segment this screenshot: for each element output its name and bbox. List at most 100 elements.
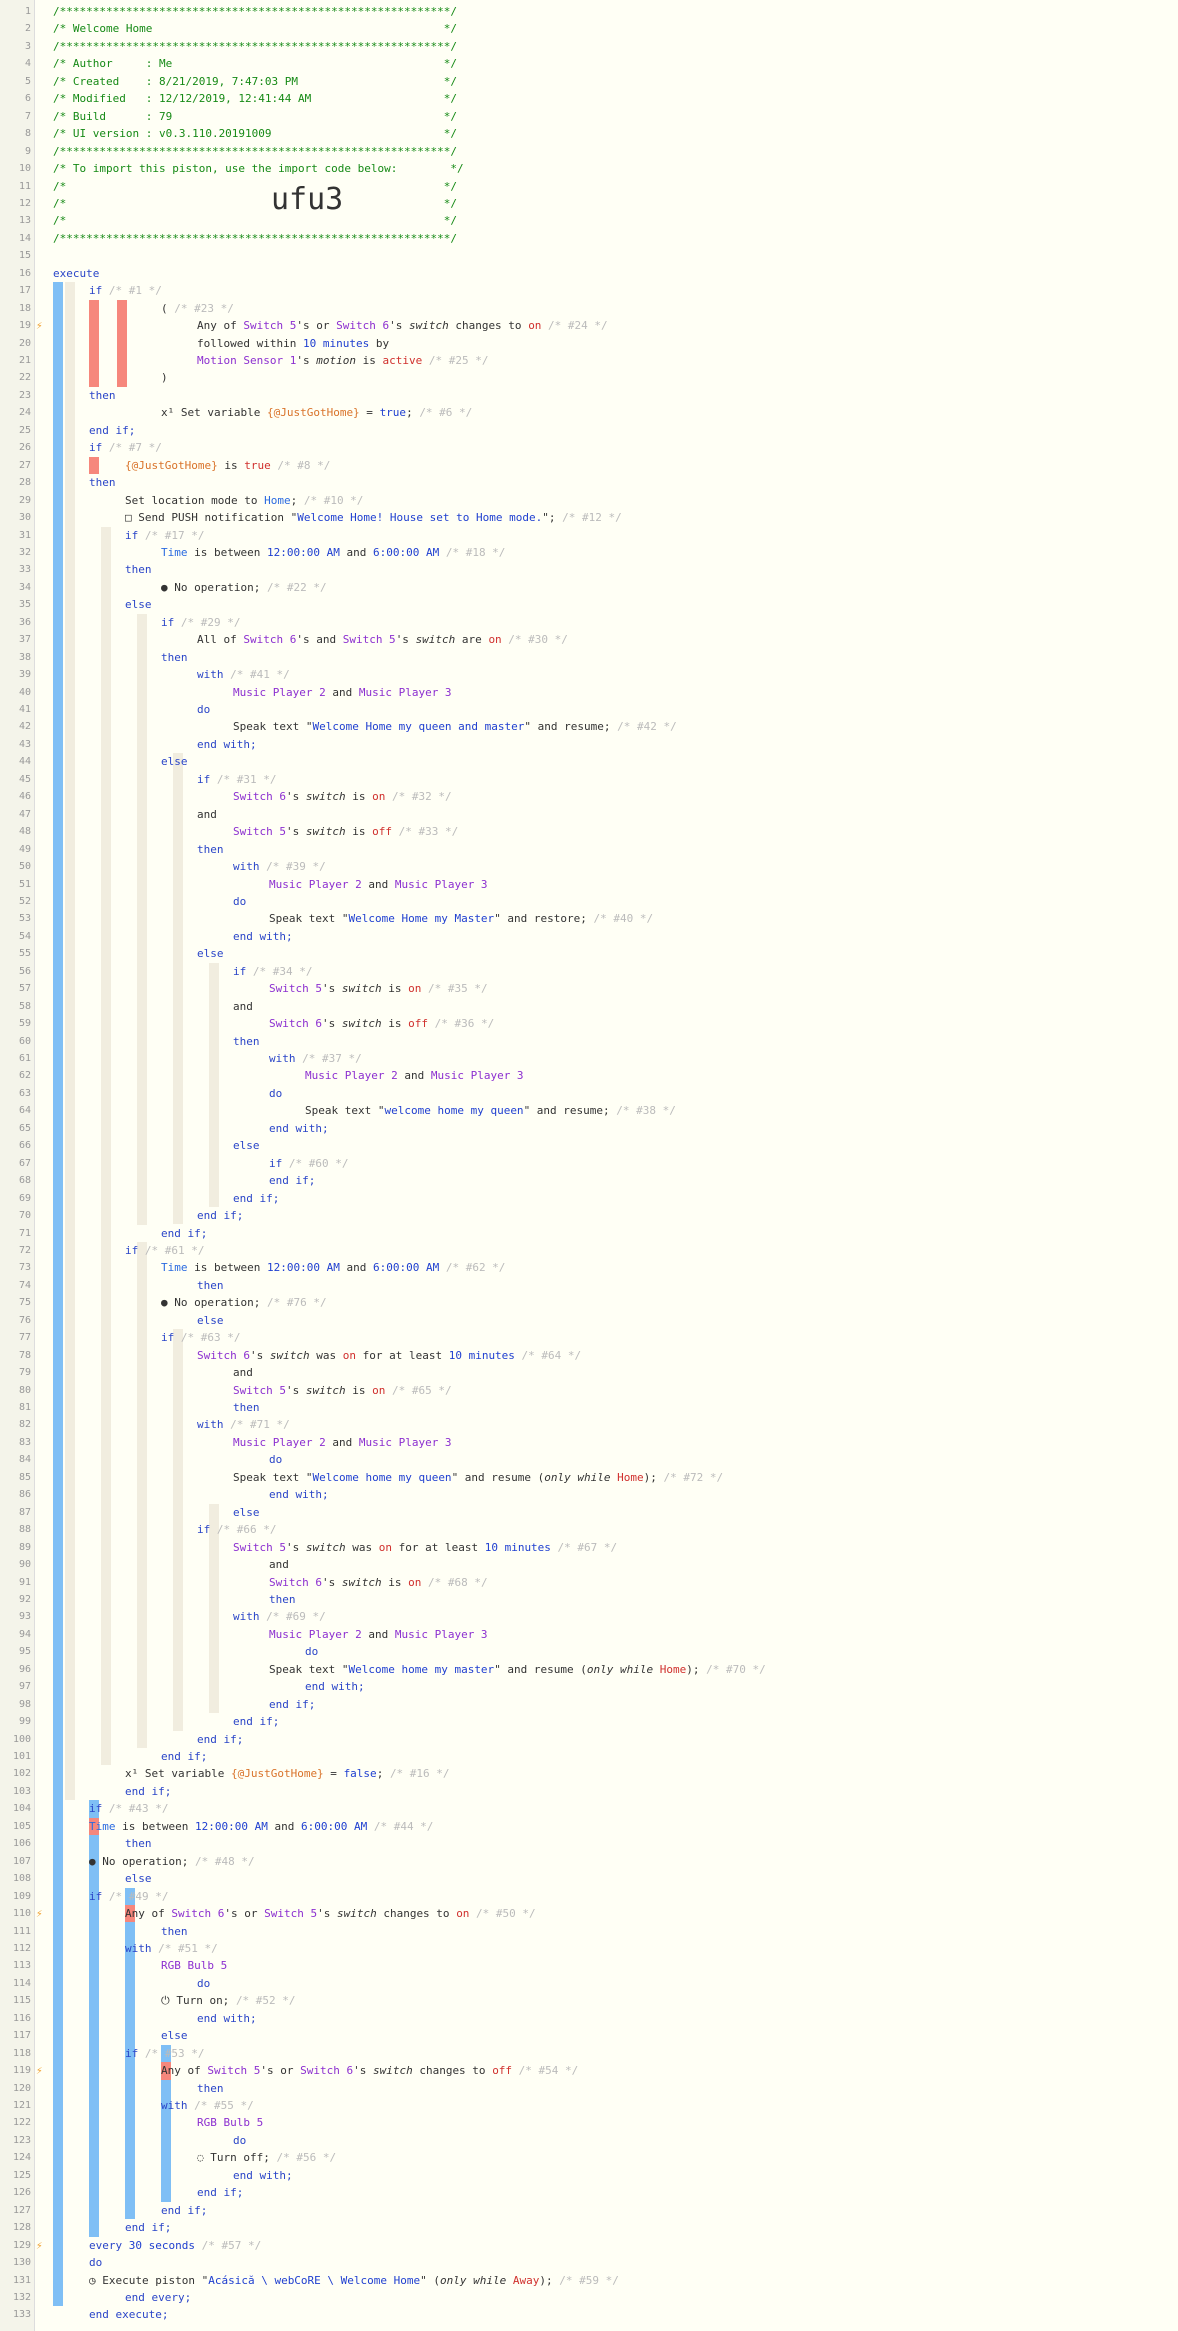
code-token: Music Player 2 bbox=[233, 685, 326, 699]
line-text: end if; bbox=[269, 1696, 315, 1713]
line-number: 72 bbox=[18, 1244, 31, 1256]
code-token: /* #54 */ bbox=[512, 2064, 579, 2078]
code-token: and bbox=[361, 1627, 395, 1641]
code-line: 68 end if; bbox=[0, 1172, 1178, 1189]
code-token: 's bbox=[285, 1540, 306, 1554]
piston-code-view: 1 /**************************************… bbox=[0, 0, 1178, 2331]
line-number: 117 bbox=[12, 2030, 31, 2042]
code-token: then bbox=[269, 1592, 296, 1606]
code-token: switch bbox=[415, 633, 456, 647]
line-number: 33 bbox=[18, 564, 31, 576]
line-text: with /* #51 */ bbox=[125, 1940, 218, 1957]
code-token: switch bbox=[341, 1017, 382, 1031]
code-token: /* #38 */ bbox=[616, 1104, 676, 1118]
line-text: end every; bbox=[125, 2289, 191, 2306]
line-number: 5 bbox=[24, 75, 31, 87]
line-text: then bbox=[269, 1591, 296, 1608]
code-token: Music Player 2 bbox=[269, 877, 362, 891]
code-token: ● bbox=[161, 580, 175, 594]
line-text: Set location mode to Home; /* #10 */ bbox=[125, 492, 363, 509]
line-number: 27 bbox=[18, 459, 31, 471]
code-token: /* #8 */ bbox=[270, 458, 331, 472]
line-number: 58 bbox=[18, 1000, 31, 1012]
code-token: end with; bbox=[269, 1488, 329, 1502]
line-text: Switch 5's switch is on /* #35 */ bbox=[269, 980, 488, 997]
line-text: Switch 5's switch is on /* #65 */ bbox=[233, 1382, 452, 1399]
line-number: 99 bbox=[18, 1716, 31, 1728]
code-token: changes to bbox=[376, 1907, 457, 1921]
code-token: /* #6 */ bbox=[419, 406, 473, 420]
line-text: end with; bbox=[233, 2167, 293, 2184]
line-text: then bbox=[197, 841, 224, 858]
code-token: /* #29 */ bbox=[180, 615, 241, 629]
line-text: /* UI version : v0.3.110.20191009 */ bbox=[53, 125, 457, 142]
code-token: Home bbox=[264, 493, 291, 507]
line-number: 108 bbox=[12, 1873, 31, 1885]
line-number: 12 bbox=[18, 197, 31, 209]
code-token: /* #66 */ bbox=[216, 1523, 277, 1537]
code-line: 89 Switch 5's switch was on for at least … bbox=[0, 1539, 1178, 1556]
code-token: 's bbox=[395, 633, 416, 647]
code-token: Music Player 3 bbox=[358, 685, 452, 699]
line-text: then bbox=[89, 387, 116, 404]
code-token: welcome home my queen bbox=[384, 1104, 524, 1118]
code-line: 56 if /* #34 */ bbox=[0, 963, 1178, 980]
code-token: 's bbox=[317, 1907, 337, 1921]
code-token: Music Player 3 bbox=[358, 1435, 452, 1449]
code-line: 24 x¹ Set variable {@JustGotHome} = true;… bbox=[0, 404, 1178, 421]
code-line: 57 Switch 5's switch is on /* #35 */ bbox=[0, 980, 1178, 997]
code-token: " and resume; bbox=[523, 1104, 617, 1118]
code-token: is bbox=[381, 1017, 409, 1031]
line-text: /***************************************… bbox=[53, 230, 457, 247]
line-text: ● No operation; /* #22 */ bbox=[161, 579, 327, 596]
line-text: Speak text "Welcome home my master" and … bbox=[269, 1661, 766, 1678]
line-number: 47 bbox=[18, 808, 31, 820]
line-text: /***************************************… bbox=[53, 143, 457, 160]
code-token: off bbox=[408, 1017, 428, 1031]
code-token: ); bbox=[643, 1470, 664, 1484]
code-line: 27 {@JustGotHome} is true /* #8 */ bbox=[0, 457, 1178, 474]
code-line: 100 end if; bbox=[0, 1731, 1178, 1748]
header-comment: /* Author : Me */ bbox=[53, 57, 457, 71]
code-line: 105 Time is between 12:00:00 AM and 6:00:… bbox=[0, 1818, 1178, 1835]
line-text: end if; bbox=[197, 1207, 243, 1224]
code-line: 77 if /* #63 */ bbox=[0, 1329, 1178, 1346]
code-token: on bbox=[342, 1348, 356, 1362]
code-token: 6:00:00 AM bbox=[372, 1261, 440, 1275]
line-number: 118 bbox=[12, 2047, 31, 2059]
code-token: /* #39 */ bbox=[266, 860, 326, 874]
code-token: /* #40 */ bbox=[593, 912, 654, 926]
header-comment: /* */ bbox=[53, 196, 457, 210]
code-token: for at least bbox=[391, 1540, 485, 1554]
line-text: Switch 6's switch is on /* #68 */ bbox=[269, 1574, 488, 1591]
line-number: 89 bbox=[18, 1541, 31, 1553]
line-number: 94 bbox=[18, 1628, 31, 1640]
line-text: end if; bbox=[233, 1190, 279, 1207]
code-token: 12:00:00 AM bbox=[194, 1819, 268, 1833]
line-text: end if; bbox=[125, 1783, 171, 1800]
line-number: 123 bbox=[12, 2134, 31, 2146]
code-line: 118 if /* #53 */ bbox=[0, 2045, 1178, 2062]
code-token: end with; bbox=[197, 737, 257, 751]
line-text: with /* #69 */ bbox=[233, 1608, 326, 1625]
line-text: Any of Switch 5's or Switch 6's switch c… bbox=[161, 2062, 578, 2079]
code-token: end with; bbox=[233, 929, 293, 943]
code-token: /* #61 */ bbox=[144, 1243, 205, 1257]
code-token: /* #60 */ bbox=[288, 1156, 349, 1170]
code-token: do bbox=[233, 2133, 247, 2147]
code-token: ; bbox=[290, 493, 304, 507]
line-number: 105 bbox=[12, 1820, 31, 1832]
code-line: 73 Time is between 12:00:00 AM and 6:00:0… bbox=[0, 1259, 1178, 1276]
code-line: 90 and bbox=[0, 1556, 1178, 1573]
code-token: 10 minutes bbox=[302, 336, 370, 350]
line-number: 63 bbox=[18, 1087, 31, 1099]
line-text: Switch 6's switch is on /* #32 */ bbox=[233, 788, 452, 805]
code-token: /* #67 */ bbox=[550, 1540, 618, 1554]
code-line: 131 ◷ Execute piston "Acásică \ webCoRE \… bbox=[0, 2272, 1178, 2289]
code-token: Music Player 3 bbox=[430, 1069, 524, 1083]
code-token: {@JustGotHome} bbox=[125, 458, 218, 472]
code-line: 109 if /* #49 */ bbox=[0, 1888, 1178, 1905]
code-token: 's bbox=[285, 1383, 306, 1397]
code-token: then bbox=[125, 563, 152, 577]
line-number: 125 bbox=[12, 2169, 31, 2181]
